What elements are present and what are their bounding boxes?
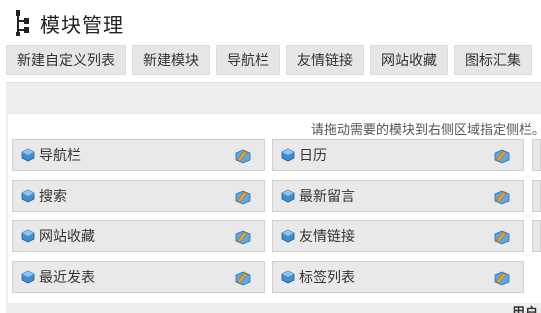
page-title: 模块管理: [40, 12, 124, 37]
new-custom-list-button[interactable]: 新建自定义列表: [6, 45, 126, 75]
edit-icon[interactable]: [493, 269, 511, 287]
edit-icon[interactable]: [493, 228, 511, 246]
module-cube-icon: [281, 270, 295, 284]
module-cube-icon: [281, 229, 295, 243]
module-item-latest-comments[interactable]: 最新留言: [272, 180, 524, 212]
module-cube-icon: [21, 229, 35, 243]
tree-structure-icon: [16, 10, 29, 36]
module-label: 搜索: [39, 189, 67, 205]
edit-icon[interactable]: [493, 147, 511, 165]
edit-icon[interactable]: [234, 269, 252, 287]
module-item-partial[interactable]: [532, 139, 541, 171]
icon-collection-button[interactable]: 图标汇集: [454, 45, 532, 75]
module-label: 标签列表: [299, 270, 355, 286]
module-label: 导航栏: [39, 148, 81, 164]
module-label: 最近发表: [39, 270, 95, 286]
edit-icon[interactable]: [493, 188, 511, 206]
module-toolbar: 新建自定义列表 新建模块 导航栏 友情链接 网站收藏 图标汇集: [6, 45, 532, 75]
module-item-search[interactable]: 搜索: [12, 180, 265, 212]
module-item-friend-links[interactable]: 友情链接: [272, 220, 524, 252]
module-label: 日历: [299, 148, 327, 164]
module-label: 友情链接: [299, 229, 355, 245]
module-item-partial[interactable]: [532, 180, 541, 212]
module-item-calendar[interactable]: 日历: [272, 139, 524, 171]
module-item-tag-list[interactable]: 标签列表: [272, 261, 524, 293]
module-label: 网站收藏: [39, 229, 95, 245]
drag-hint: 请拖动需要的模块到右侧区域指定侧栏。: [310, 123, 541, 138]
module-item-partial[interactable]: [532, 220, 541, 252]
new-module-button[interactable]: 新建模块: [132, 45, 210, 75]
module-label: 最新留言: [299, 189, 355, 205]
module-item-recent-posts[interactable]: 最近发表: [12, 261, 265, 293]
module-cube-icon: [21, 189, 35, 203]
page-header: 模块管理: [14, 8, 124, 38]
user-section-heading: 用户: [512, 302, 538, 313]
module-cube-icon: [281, 189, 295, 203]
module-cube-icon: [21, 148, 35, 162]
module-cube-icon: [281, 148, 295, 162]
friend-links-button[interactable]: 友情链接: [286, 45, 364, 75]
module-item-navbar[interactable]: 导航栏: [12, 139, 265, 171]
site-favorites-button[interactable]: 网站收藏: [370, 45, 448, 75]
navbar-button[interactable]: 导航栏: [216, 45, 280, 75]
edit-icon[interactable]: [234, 228, 252, 246]
module-item-site-favorites[interactable]: 网站收藏: [12, 220, 265, 252]
edit-icon[interactable]: [234, 147, 252, 165]
edit-icon[interactable]: [234, 188, 252, 206]
module-cube-icon: [21, 270, 35, 284]
